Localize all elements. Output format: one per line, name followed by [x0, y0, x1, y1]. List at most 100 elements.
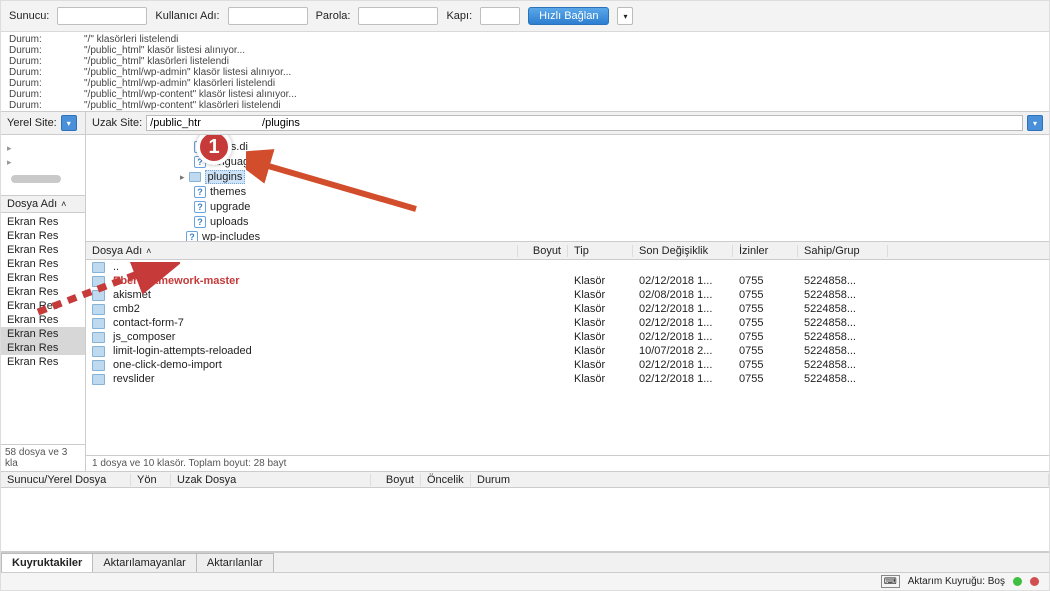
keyboard-icon: ⌨ — [881, 575, 900, 588]
local-file-list[interactable]: Ekran ResEkran ResEkran ResEkran ResEkra… — [1, 213, 85, 444]
table-row[interactable]: revsliderKlasör02/12/2018 1...0755522485… — [86, 372, 1049, 386]
local-path-dropdown[interactable]: ▾ — [61, 115, 77, 131]
tab-queued[interactable]: Kuyruktakiler — [1, 553, 93, 572]
status-led-green-icon — [1013, 577, 1022, 586]
table-row[interactable]: js_composerKlasör02/12/2018 1...07555224… — [86, 330, 1049, 344]
status-led-red-icon — [1030, 577, 1039, 586]
table-row[interactable]: one-click-demo-importKlasör02/12/2018 1.… — [86, 358, 1049, 372]
unknown-icon: ? — [194, 216, 206, 228]
remote-path-dropdown[interactable]: ▾ — [1027, 115, 1043, 131]
transfer-queue-body[interactable] — [1, 488, 1049, 552]
list-item[interactable]: Ekran Res — [1, 257, 85, 271]
tree-item[interactable]: ?blogs.di — [186, 139, 1049, 154]
tree-item[interactable]: ?upgrade — [186, 199, 1049, 214]
col-direction[interactable]: Yön — [131, 474, 171, 486]
remote-file-list: Dosya Adı˄ Boyut Tip Son Değişiklik İzin… — [86, 241, 1049, 471]
col-priority[interactable]: Öncelik — [421, 474, 471, 486]
folder-icon — [189, 172, 201, 182]
remote-status-text: 1 dosya ve 10 klasör. Toplam boyut: 28 b… — [86, 455, 1049, 471]
label-remote-site: Uzak Site: — [92, 117, 142, 129]
local-pane: ▸ ▸ Dosya Adı ˄ Ekran ResEkran ResEkran … — [1, 135, 86, 471]
tab-successful[interactable]: Aktarılanlar — [196, 553, 274, 572]
header-type[interactable]: Tip — [568, 245, 633, 257]
list-item[interactable]: Ekran Res — [1, 271, 85, 285]
site-path-bar: Yerel Site: ▾ Uzak Site: ▾ — [1, 112, 1049, 135]
folder-icon — [92, 262, 105, 273]
list-item[interactable]: Ekran Res — [1, 229, 85, 243]
list-item[interactable]: Ekran Res — [1, 285, 85, 299]
col-size[interactable]: Boyut — [371, 474, 421, 486]
password-input[interactable] — [358, 7, 438, 25]
header-name[interactable]: Dosya Adı˄ — [86, 245, 518, 257]
remote-path-input[interactable] — [146, 115, 1023, 131]
folder-icon — [92, 332, 105, 343]
sort-asc-icon: ˄ — [146, 246, 151, 256]
quick-connect-button[interactable]: Hızlı Bağlan — [528, 7, 609, 25]
table-row[interactable]: Eber-Framework-masterKlasör02/12/2018 1.… — [86, 274, 1049, 288]
local-list-header[interactable]: Dosya Adı ˄ — [1, 195, 85, 213]
tree-expander-icon[interactable]: ▸ — [7, 141, 79, 155]
label-user: Kullanıcı Adı: — [155, 10, 219, 22]
folder-icon — [92, 318, 105, 329]
header-perm[interactable]: İzinler — [733, 245, 798, 257]
list-item[interactable]: Ekran Res — [1, 341, 85, 355]
col-local-file[interactable]: Sunucu/Yerel Dosya — [1, 474, 131, 486]
unknown-icon: ? — [186, 231, 198, 242]
folder-icon — [92, 346, 105, 357]
port-input[interactable] — [480, 7, 520, 25]
unknown-icon: ? — [194, 201, 206, 213]
tree-expander-icon[interactable]: ▸ — [7, 155, 79, 169]
list-item[interactable]: Ekran Res — [1, 299, 85, 313]
status-bar: ⌨ Aktarım Kuyruğu: Boş — [1, 572, 1049, 590]
folder-icon — [92, 290, 105, 301]
remote-pane: 1 ?blogs.di?languag▸plugins?themes?upgra… — [86, 135, 1049, 471]
main-panes: ▸ ▸ Dosya Adı ˄ Ekran ResEkran ResEkran … — [1, 135, 1049, 472]
folder-icon — [92, 374, 105, 385]
label-pass: Parola: — [316, 10, 351, 22]
table-row[interactable]: .. — [86, 260, 1049, 274]
tree-item[interactable]: ?languag — [186, 154, 1049, 169]
remote-tree[interactable]: 1 ?blogs.di?languag▸plugins?themes?upgra… — [86, 135, 1049, 241]
table-row[interactable]: akismetKlasör02/08/2018 1...07555224858.… — [86, 288, 1049, 302]
header-size[interactable]: Boyut — [518, 245, 568, 257]
list-item[interactable]: Ekran Res — [1, 327, 85, 341]
message-log: Durum:"/" klasörleri listelendiDurum:"/p… — [1, 32, 1049, 112]
queue-tabs: Kuyruktakiler Aktarılamayanlar Aktarılan… — [1, 552, 1049, 572]
tree-item[interactable]: ?themes — [186, 184, 1049, 199]
header-date[interactable]: Son Değişiklik — [633, 245, 733, 257]
queue-status-text: Aktarım Kuyruğu: Boş — [908, 576, 1005, 587]
quick-connect-bar: Sunucu: Kullanıcı Adı: Parola: Kapı: Hız… — [1, 1, 1049, 32]
folder-icon — [92, 276, 105, 287]
server-input[interactable] — [57, 7, 147, 25]
sort-asc-icon: ˄ — [61, 199, 66, 209]
list-item[interactable]: Ekran Res — [1, 355, 85, 369]
list-item[interactable]: Ekran Res — [1, 243, 85, 257]
list-item[interactable]: Ekran Res — [1, 215, 85, 229]
tree-item[interactable]: ▸plugins — [186, 169, 1049, 184]
local-tree[interactable]: ▸ ▸ — [1, 135, 85, 195]
unknown-icon: ? — [194, 186, 206, 198]
tab-failed[interactable]: Aktarılamayanlar — [92, 553, 197, 572]
table-row[interactable]: cmb2Klasör02/12/2018 1...07555224858... — [86, 302, 1049, 316]
header-name[interactable]: Dosya Adı — [7, 198, 57, 210]
col-status[interactable]: Durum — [471, 474, 1049, 486]
col-remote-file[interactable]: Uzak Dosya — [171, 474, 371, 486]
folder-icon — [92, 304, 105, 315]
label-port: Kapı: — [446, 10, 472, 22]
label-server: Sunucu: — [9, 10, 49, 22]
tree-expander-icon[interactable]: ▸ — [180, 170, 185, 184]
table-row[interactable]: contact-form-7Klasör02/12/2018 1...07555… — [86, 316, 1049, 330]
list-item[interactable]: Ekran Res — [1, 313, 85, 327]
remote-list-header: Dosya Adı˄ Boyut Tip Son Değişiklik İzin… — [86, 242, 1049, 260]
tree-item[interactable]: ?wp-includes — [186, 229, 1049, 241]
local-status-text: 58 dosya ve 3 kla — [1, 444, 85, 471]
remote-list-body[interactable]: ..Eber-Framework-masterKlasör02/12/2018 … — [86, 260, 1049, 455]
username-input[interactable] — [228, 7, 308, 25]
header-owner[interactable]: Sahip/Grup — [798, 245, 888, 257]
tree-item[interactable]: ?uploads — [186, 214, 1049, 229]
table-row[interactable]: limit-login-attempts-reloadedKlasör10/07… — [86, 344, 1049, 358]
scrollbar-thumb[interactable] — [11, 175, 61, 183]
label-local-site: Yerel Site: — [7, 117, 57, 129]
filezilla-window: Sunucu: Kullanıcı Adı: Parola: Kapı: Hız… — [0, 0, 1050, 591]
quick-connect-dropdown[interactable]: ▾ — [617, 7, 633, 25]
